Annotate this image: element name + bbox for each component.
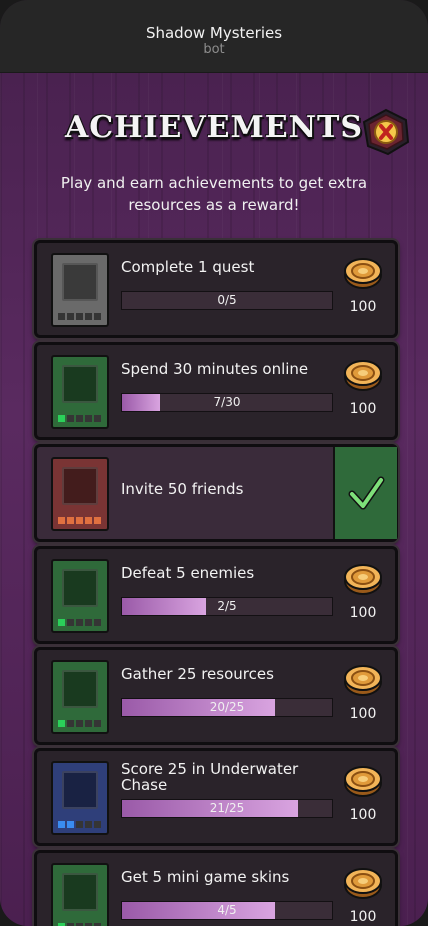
- achievement-label: Spend 30 minutes online: [121, 360, 309, 378]
- reward-amount: 100: [349, 909, 377, 925]
- progress-bar: 0/5: [121, 291, 333, 310]
- level-pips: [58, 821, 101, 828]
- level-pip: [58, 821, 65, 828]
- achievement-card[interactable]: Get 5 mini game skins 4/5 100: [34, 850, 398, 926]
- achievement-label: Complete 1 quest: [121, 258, 255, 276]
- coin-icon: [344, 564, 382, 595]
- level-pip: [85, 415, 92, 422]
- level-pip: [58, 415, 65, 422]
- achievement-icon: [51, 253, 109, 327]
- level-pip: [67, 619, 74, 626]
- level-pip: [58, 720, 65, 727]
- achievement-icon: [51, 457, 109, 531]
- progress-text: 21/25: [209, 801, 245, 815]
- level-pip: [94, 517, 101, 524]
- level-pip: [58, 517, 65, 524]
- level-pips: [58, 720, 101, 727]
- level-pip: [67, 720, 74, 727]
- achievement-card[interactable]: Invite 50 friends: [34, 444, 398, 542]
- level-pips: [58, 517, 101, 524]
- achievement-card[interactable]: Gather 25 resources 20/25 100: [34, 647, 398, 745]
- completed-panel: [333, 447, 397, 539]
- achievement-label: Defeat 5 enemies: [121, 564, 255, 582]
- achievement-icon: [51, 355, 109, 429]
- level-pip: [85, 720, 92, 727]
- app-subtitle: bot: [203, 42, 225, 57]
- achievement-icon: [51, 761, 109, 835]
- achievement-art: [62, 670, 98, 708]
- level-pip: [67, 415, 74, 422]
- achievement-icon: [51, 863, 109, 926]
- level-pip: [67, 517, 74, 524]
- progress-bar: 20/25: [121, 698, 333, 717]
- progress-bar: 7/30: [121, 393, 333, 412]
- level-pip: [67, 821, 74, 828]
- progress-bar: 4/5: [121, 901, 333, 920]
- reward-amount: 100: [349, 299, 377, 315]
- achievement-card[interactable]: Score 25 in Underwater Chase 21/25 100: [34, 748, 398, 846]
- phone-frame: Shadow Mysteries bot ACHIEVEMENTS Play a…: [0, 0, 428, 926]
- achievement-art: [62, 771, 98, 809]
- page-description: Play and earn achievements to get extra …: [60, 174, 368, 214]
- achievement-icon: [51, 559, 109, 633]
- coin-icon: [344, 868, 382, 899]
- close-button[interactable]: [362, 108, 410, 156]
- progress-text: 20/25: [209, 700, 245, 714]
- level-pip: [94, 720, 101, 727]
- level-pip: [85, 517, 92, 524]
- coin-icon: [344, 766, 382, 797]
- progress-text: 4/5: [217, 903, 237, 917]
- achievement-label: Score 25 in Underwater Chase: [121, 760, 299, 794]
- reward-amount: 100: [349, 605, 377, 621]
- level-pip: [85, 619, 92, 626]
- app-title: Shadow Mysteries: [145, 24, 283, 42]
- progress-bar: 21/25: [121, 799, 333, 818]
- achievement-art: [62, 873, 98, 911]
- level-pips: [58, 313, 101, 320]
- achievement-art: [62, 365, 98, 403]
- achievement-label: Get 5 mini game skins: [121, 868, 290, 886]
- progress-bar: 2/5: [121, 597, 333, 616]
- progress-text: 7/30: [213, 395, 241, 409]
- level-pip: [85, 313, 92, 320]
- coin-icon: [344, 258, 382, 289]
- level-pip: [85, 821, 92, 828]
- level-pip: [76, 415, 83, 422]
- progress-text: 2/5: [217, 599, 237, 613]
- achievement-art: [62, 467, 98, 505]
- level-pips: [58, 619, 101, 626]
- level-pip: [76, 619, 83, 626]
- level-pip: [76, 821, 83, 828]
- level-pips: [58, 415, 101, 422]
- achievement-art: [62, 263, 98, 301]
- coin-icon: [344, 665, 382, 696]
- checkmark-icon: [348, 476, 385, 510]
- progress-text: 0/5: [217, 293, 237, 307]
- level-pip: [58, 619, 65, 626]
- reward-amount: 100: [349, 401, 377, 417]
- level-pip: [76, 517, 83, 524]
- level-pip: [58, 313, 65, 320]
- achievement-icon: [51, 660, 109, 734]
- reward-amount: 100: [349, 807, 377, 823]
- achievement-card[interactable]: Spend 30 minutes online 7/30 100: [34, 342, 398, 440]
- achievement-label: Gather 25 resources: [121, 665, 274, 683]
- level-pip: [94, 821, 101, 828]
- app-header: Shadow Mysteries bot: [0, 0, 428, 73]
- level-pip: [67, 313, 74, 320]
- achievement-card[interactable]: Complete 1 quest 0/5 100: [34, 240, 398, 338]
- level-pip: [76, 720, 83, 727]
- level-pip: [94, 619, 101, 626]
- level-pip: [94, 313, 101, 320]
- reward-amount: 100: [349, 706, 377, 722]
- achievement-card[interactable]: Defeat 5 enemies 2/5 100: [34, 546, 398, 644]
- level-pip: [76, 313, 83, 320]
- coin-icon: [344, 360, 382, 391]
- level-pip: [94, 415, 101, 422]
- achievement-label: Invite 50 friends: [121, 480, 244, 498]
- achievement-art: [62, 569, 98, 607]
